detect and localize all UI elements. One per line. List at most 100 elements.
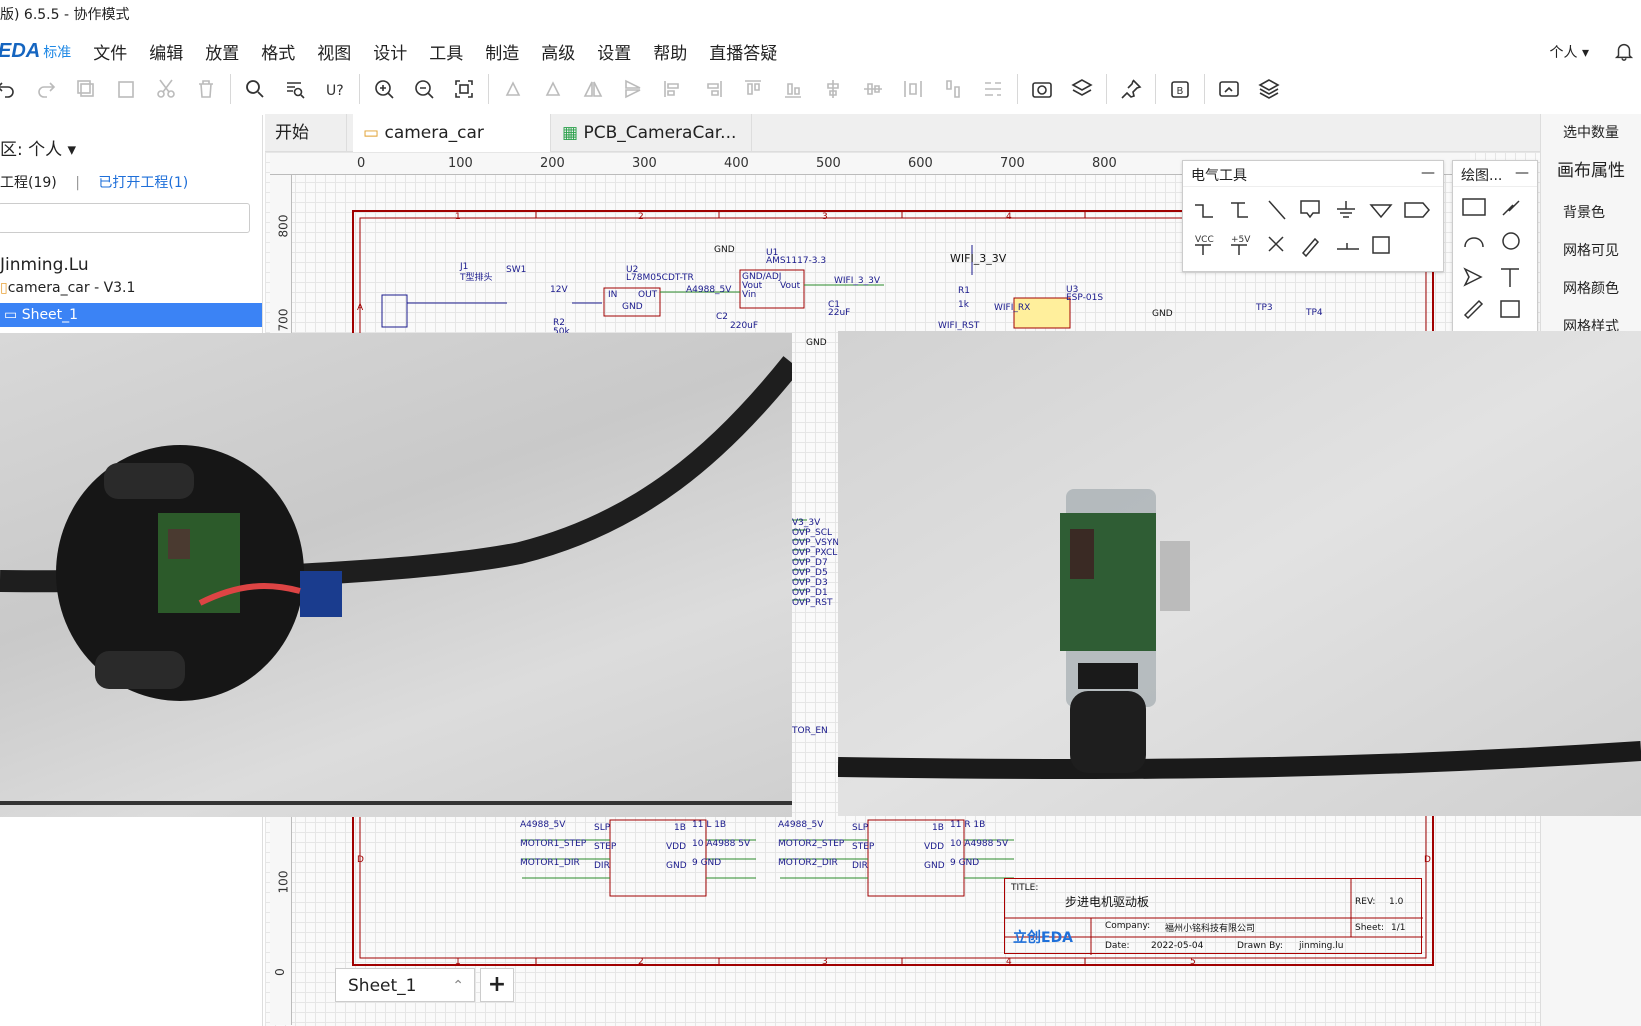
flip-vertical-button[interactable] <box>613 69 653 109</box>
menu-design[interactable]: 设计 <box>373 39 407 64</box>
prop-grid-visible[interactable]: 网格可见 <box>1563 240 1619 260</box>
user-menu[interactable]: 个人 ▾ <box>1550 42 1589 62</box>
align-center-v-button[interactable] <box>853 69 893 109</box>
flip-horizontal-button[interactable] <box>573 69 613 109</box>
net-label: 10 A4988 5V <box>692 839 751 849</box>
zoom-out-button[interactable] <box>404 69 444 109</box>
grid-align-button[interactable] <box>973 69 1013 109</box>
align-top-button[interactable] <box>733 69 773 109</box>
convert-pcb-button[interactable] <box>1209 69 1249 109</box>
tab-pcb[interactable]: ▦ PCB_CameraCar... <box>552 114 752 152</box>
find-replace-button[interactable] <box>275 69 315 109</box>
minimize-icon[interactable]: — <box>1515 165 1529 181</box>
pen-icon[interactable] <box>1301 237 1320 258</box>
pin-button[interactable] <box>1111 69 1151 109</box>
rect-tool-icon[interactable] <box>1500 300 1520 318</box>
align-bottom-button[interactable] <box>773 69 813 109</box>
arrow-tool-icon[interactable] <box>1463 267 1483 287</box>
align-center-h-button[interactable] <box>813 69 853 109</box>
rotate-left-button[interactable] <box>493 69 533 109</box>
sheet-item[interactable]: ▭ Sheet_1 <box>0 303 262 327</box>
menu-manufacture[interactable]: 制造 <box>485 39 519 64</box>
cut-button[interactable] <box>146 69 186 109</box>
tab-start[interactable]: 开始 <box>265 114 347 152</box>
menu-live-qa[interactable]: 直播答疑 <box>709 39 777 64</box>
unit-button[interactable]: U? <box>315 69 355 109</box>
menu-tools[interactable]: 工具 <box>429 39 463 64</box>
fit-view-button[interactable] <box>444 69 484 109</box>
circle-tool-icon[interactable] <box>1502 232 1520 250</box>
menu-place[interactable]: 放置 <box>205 39 239 64</box>
ground-icon[interactable] <box>1337 201 1355 218</box>
bell-icon[interactable] <box>1613 40 1635 62</box>
schematic-label: R1 <box>958 286 970 296</box>
project-search-input[interactable] <box>0 203 250 233</box>
drawn-label: Drawn By: <box>1237 941 1283 951</box>
align-right-button[interactable] <box>693 69 733 109</box>
align-left-button[interactable] <box>653 69 693 109</box>
vcc-icon[interactable] <box>1195 244 1211 255</box>
stack-button[interactable] <box>1249 69 1289 109</box>
net-label: MOTOR1_STEP <box>520 839 587 849</box>
menu-help[interactable]: 帮助 <box>653 39 687 64</box>
probe-icon[interactable] <box>1337 243 1359 250</box>
5v-icon[interactable] <box>1231 244 1247 255</box>
zoom-in-button[interactable] <box>364 69 404 109</box>
workspace-selector[interactable]: 区: 个人 ▾ <box>0 135 76 160</box>
rotate-right-button[interactable] <box>533 69 573 109</box>
gnd-symbol-icon[interactable] <box>1369 204 1393 219</box>
minimize-icon[interactable]: — <box>1421 165 1435 181</box>
polyline-tool-icon[interactable] <box>1502 200 1520 216</box>
paste-button[interactable] <box>106 69 146 109</box>
ruler-mark: 700 <box>1000 156 1025 171</box>
bom-button[interactable]: B <box>1160 69 1200 109</box>
screenshot-button[interactable] <box>1022 69 1062 109</box>
opened-projects-link[interactable]: 已打开工程(1) <box>98 175 188 191</box>
projects-link[interactable]: 工程(19) <box>0 175 57 191</box>
prop-grid-color[interactable]: 网格颜色 <box>1563 278 1619 298</box>
ruler-mark: 700 <box>276 308 291 332</box>
arc-tool-icon[interactable] <box>1464 237 1484 248</box>
text-tool-icon[interactable] <box>1501 268 1519 287</box>
image-tool-icon[interactable] <box>1462 198 1486 216</box>
net-port-icon[interactable] <box>1404 202 1430 218</box>
net-label-icon[interactable] <box>1300 200 1320 219</box>
schematic-label: WIFI_3_3V <box>950 252 1007 265</box>
undo-button[interactable] <box>0 69 26 109</box>
distribute-h-button[interactable] <box>893 69 933 109</box>
bom-icon: B <box>1171 81 1189 98</box>
menu-format[interactable]: 格式 <box>261 39 295 64</box>
delete-button[interactable] <box>186 69 226 109</box>
drawing-tools-grid <box>1462 198 1520 320</box>
pencil-tool-icon[interactable] <box>1463 299 1484 320</box>
select-icon[interactable] <box>1372 236 1390 254</box>
net-label: OVP_D1 <box>792 588 828 598</box>
bus-icon[interactable] <box>1231 202 1248 218</box>
ruler-mark: 800 <box>1092 156 1117 171</box>
project-item[interactable]: ▯camera_car - V3.1 <box>0 280 135 296</box>
line-icon[interactable] <box>1268 200 1286 220</box>
chevron-up-icon[interactable]: ⌃ <box>452 969 464 1003</box>
tab-schematic[interactable]: ▭ camera_car <box>353 114 551 152</box>
add-sheet-button[interactable]: + <box>480 968 514 1002</box>
schematic-label: WIFI_RST <box>938 321 980 331</box>
menu-settings[interactable]: 设置 <box>597 39 631 64</box>
wire-icon[interactable] <box>1195 204 1213 218</box>
menu-view[interactable]: 视图 <box>317 39 351 64</box>
folder-icon: ▭ <box>363 123 385 143</box>
menu-advanced[interactable]: 高级 <box>541 39 575 64</box>
sheet-tab[interactable]: Sheet_1 ⌃ <box>335 968 475 1002</box>
distribute-v-button[interactable] <box>933 69 973 109</box>
search-button[interactable] <box>235 69 275 109</box>
align-bottom-icon <box>785 83 801 98</box>
layers-export-button[interactable] <box>1062 69 1102 109</box>
copy-button[interactable] <box>66 69 106 109</box>
editor-tabs: 开始 ▭ camera_car ▦ PCB_CameraCar... <box>265 114 1540 152</box>
prop-background-color[interactable]: 背景色 <box>1563 202 1605 222</box>
toolbar: U? B <box>0 68 1641 110</box>
net-label: A4988_5V <box>520 820 566 830</box>
menu-edit[interactable]: 编辑 <box>149 39 183 64</box>
menu-file[interactable]: 文件 <box>93 39 127 64</box>
redo-button[interactable] <box>26 69 66 109</box>
no-connect-icon[interactable] <box>1268 236 1284 252</box>
